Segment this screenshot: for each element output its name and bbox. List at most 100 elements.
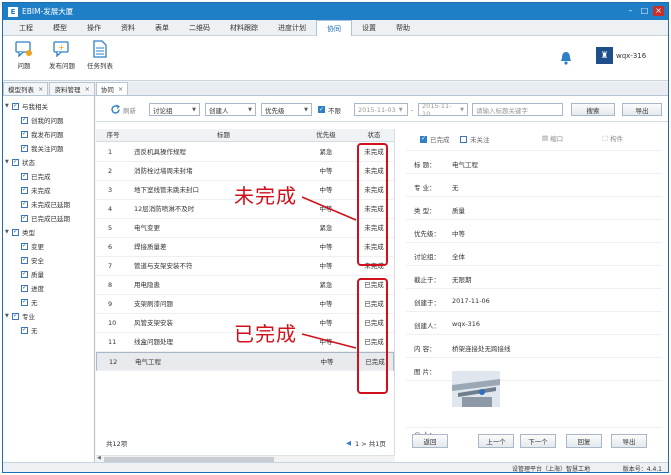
group-select[interactable]: 讨论组 ▼ bbox=[149, 103, 200, 116]
tree-node-change[interactable]: ✓ 变更 bbox=[21, 241, 44, 251]
export-button[interactable]: 导出 bbox=[622, 103, 662, 116]
date-from-input[interactable]: 2015-11-03 ▼ bbox=[354, 103, 408, 116]
bell-icon[interactable] bbox=[559, 50, 573, 66]
checkbox[interactable]: ✓ bbox=[420, 135, 427, 143]
header-status[interactable]: 状态 bbox=[354, 129, 394, 142]
tab-data-management[interactable]: 资料管理 × bbox=[49, 82, 95, 95]
minimize-button[interactable]: – bbox=[625, 6, 636, 16]
tree-node-progress[interactable]: ✓ 进度 bbox=[21, 283, 44, 293]
table-row[interactable]: 1 违反机具操作规程 紧急 未完成 bbox=[96, 143, 394, 162]
task-list-button[interactable]: 任务列表 bbox=[83, 40, 117, 70]
checkbox[interactable]: ✓ bbox=[12, 228, 19, 236]
checkbox[interactable]: ✓ bbox=[21, 186, 28, 194]
prev-page-icon[interactable]: ◀ bbox=[346, 439, 351, 447]
tree-node-major-none[interactable]: ✓ 无 bbox=[21, 325, 38, 335]
table-row[interactable]: 9 支架刷漆问题 中等 已完成 bbox=[96, 295, 394, 314]
tree-node-mine3[interactable]: ✓ 我关注问题 bbox=[21, 143, 64, 153]
tree-node-safety[interactable]: ✓ 安全 bbox=[21, 255, 44, 265]
maximize-button[interactable]: □ bbox=[639, 6, 650, 16]
issue-button[interactable]: 问题 bbox=[7, 40, 41, 70]
table-row[interactable]: 7 管道与支架安装不符 中等 未完成 bbox=[96, 257, 394, 276]
user-name[interactable]: wqx-316 bbox=[616, 52, 646, 60]
checkbox[interactable]: ✓ bbox=[21, 116, 28, 124]
menu-project[interactable]: 工程 bbox=[9, 20, 43, 36]
checkbox[interactable]: ✓ bbox=[12, 312, 19, 320]
checkbox[interactable]: ✓ bbox=[21, 200, 28, 208]
next-button[interactable]: 下一个 bbox=[520, 434, 556, 448]
checkbox[interactable]: ✓ bbox=[318, 106, 325, 113]
tab-model-list[interactable]: 模型列表 × bbox=[3, 82, 49, 95]
close-icon[interactable]: × bbox=[38, 85, 43, 93]
scroll-left-icon[interactable]: ◀ bbox=[97, 455, 101, 461]
checkbox[interactable]: ✓ bbox=[21, 270, 28, 278]
checkbox[interactable] bbox=[460, 135, 467, 143]
menu-operation[interactable]: 操作 bbox=[77, 20, 111, 36]
refresh-button[interactable]: 刷新 bbox=[110, 103, 136, 116]
date-to-input[interactable]: 2015-11-10 ▼ bbox=[418, 102, 468, 118]
menu-help[interactable]: 帮助 bbox=[386, 20, 420, 36]
back-button[interactable]: 返回 bbox=[412, 434, 448, 448]
tree-node-major[interactable]: ▼ ✓ 专业 bbox=[5, 311, 35, 321]
table-row[interactable]: 8 用电隐患 紧急 已完成 bbox=[96, 276, 394, 295]
component-button[interactable]: ⬚ 构件 bbox=[602, 133, 623, 143]
menu-qrcode[interactable]: 二维码 bbox=[179, 20, 220, 36]
header-priority[interactable]: 优先级 bbox=[306, 129, 346, 142]
close-button[interactable]: × bbox=[653, 6, 664, 16]
menu-collaboration[interactable]: 协同 bbox=[316, 19, 352, 36]
creator-select[interactable]: 创建人 ▼ bbox=[205, 103, 256, 116]
checkbox[interactable]: ✓ bbox=[21, 214, 28, 222]
prev-button[interactable]: 上一个 bbox=[478, 434, 514, 448]
expand-arrow-icon[interactable]: ▼ bbox=[5, 313, 12, 319]
done-checkbox[interactable]: ✓ 已完成 bbox=[420, 134, 450, 144]
tree-node-none[interactable]: ✓ 无 bbox=[21, 297, 38, 307]
menu-data[interactable]: 资料 bbox=[111, 20, 145, 36]
menu-material-tracking[interactable]: 材料跟踪 bbox=[220, 20, 268, 36]
tree-node-type[interactable]: ▼ ✓ 类型 bbox=[5, 227, 35, 237]
pager[interactable]: 1 > 共1页 bbox=[355, 438, 386, 448]
checkbox[interactable]: ✓ bbox=[21, 144, 28, 152]
priority-select[interactable]: 优先级 ▼ bbox=[261, 103, 312, 116]
follow-checkbox[interactable]: 未关注 bbox=[460, 134, 490, 144]
tree-node-overdue-done[interactable]: ✓ 已完成已延期 bbox=[21, 213, 70, 223]
shrink-button[interactable]: ▤ 缩口 bbox=[542, 133, 563, 143]
checkbox[interactable]: ✓ bbox=[21, 326, 28, 334]
checkbox[interactable]: ✓ bbox=[12, 158, 19, 166]
tree-node-quality[interactable]: ✓ 质量 bbox=[21, 269, 44, 279]
nolimit-checkbox[interactable]: ✓ 不限 bbox=[318, 103, 341, 116]
detail-export-button[interactable]: 导出 bbox=[611, 434, 647, 448]
table-row[interactable]: 2 消防栓过墙周未封堵 中等 未完成 bbox=[96, 162, 394, 181]
tree-node-related[interactable]: ▼ ✓ 与我相关 bbox=[5, 101, 48, 111]
checkbox[interactable]: ✓ bbox=[21, 298, 28, 306]
tree-node-done[interactable]: ✓ 已完成 bbox=[21, 171, 51, 181]
publish-issue-button[interactable]: + 发布问题 bbox=[45, 40, 79, 70]
header-no[interactable]: 序号 bbox=[100, 129, 126, 142]
checkbox[interactable]: ✓ bbox=[12, 102, 19, 110]
tree-node-undone[interactable]: ✓ 未完成 bbox=[21, 185, 51, 195]
table-row[interactable]: 6 焊接质量差 中等 未完成 bbox=[96, 238, 394, 257]
search-button[interactable]: 搜索 bbox=[571, 103, 615, 116]
checkbox[interactable]: ✓ bbox=[21, 256, 28, 264]
issue-photo[interactable] bbox=[452, 371, 500, 407]
table-row[interactable]: 5 电气变更 紧急 未完成 bbox=[96, 219, 394, 238]
avatar[interactable]: ♜ bbox=[596, 47, 613, 64]
menu-schedule[interactable]: 进度计划 bbox=[268, 20, 316, 36]
close-icon[interactable]: × bbox=[118, 85, 123, 93]
header-title[interactable]: 标题 bbox=[136, 129, 311, 142]
reply-button[interactable]: 回复 bbox=[566, 434, 602, 448]
expand-arrow-icon[interactable]: ▼ bbox=[5, 159, 12, 165]
menu-settings[interactable]: 设置 bbox=[352, 20, 386, 36]
checkbox[interactable]: ✓ bbox=[21, 284, 28, 292]
tree-node-mine2[interactable]: ✓ 我发布问题 bbox=[21, 129, 64, 139]
menu-forms[interactable]: 表单 bbox=[145, 20, 179, 36]
tab-collaboration[interactable]: 协同 × bbox=[95, 82, 129, 95]
checkbox[interactable]: ✓ bbox=[21, 130, 28, 138]
close-icon[interactable]: × bbox=[84, 85, 89, 93]
tree-node-overdue-undone[interactable]: ✓ 未完成已延期 bbox=[21, 199, 70, 209]
tree-node-status[interactable]: ▼ ✓ 状态 bbox=[5, 157, 35, 167]
table-row[interactable]: 12 电气工程 中等 已完成 bbox=[96, 352, 394, 371]
search-input[interactable]: 请输入标题关键字 bbox=[472, 103, 563, 116]
expand-arrow-icon[interactable]: ▼ bbox=[5, 103, 12, 109]
menu-model[interactable]: 模型 bbox=[43, 20, 77, 36]
tree-node-mine[interactable]: ✓ 创我的问题 bbox=[21, 115, 64, 125]
checkbox[interactable]: ✓ bbox=[21, 242, 28, 250]
